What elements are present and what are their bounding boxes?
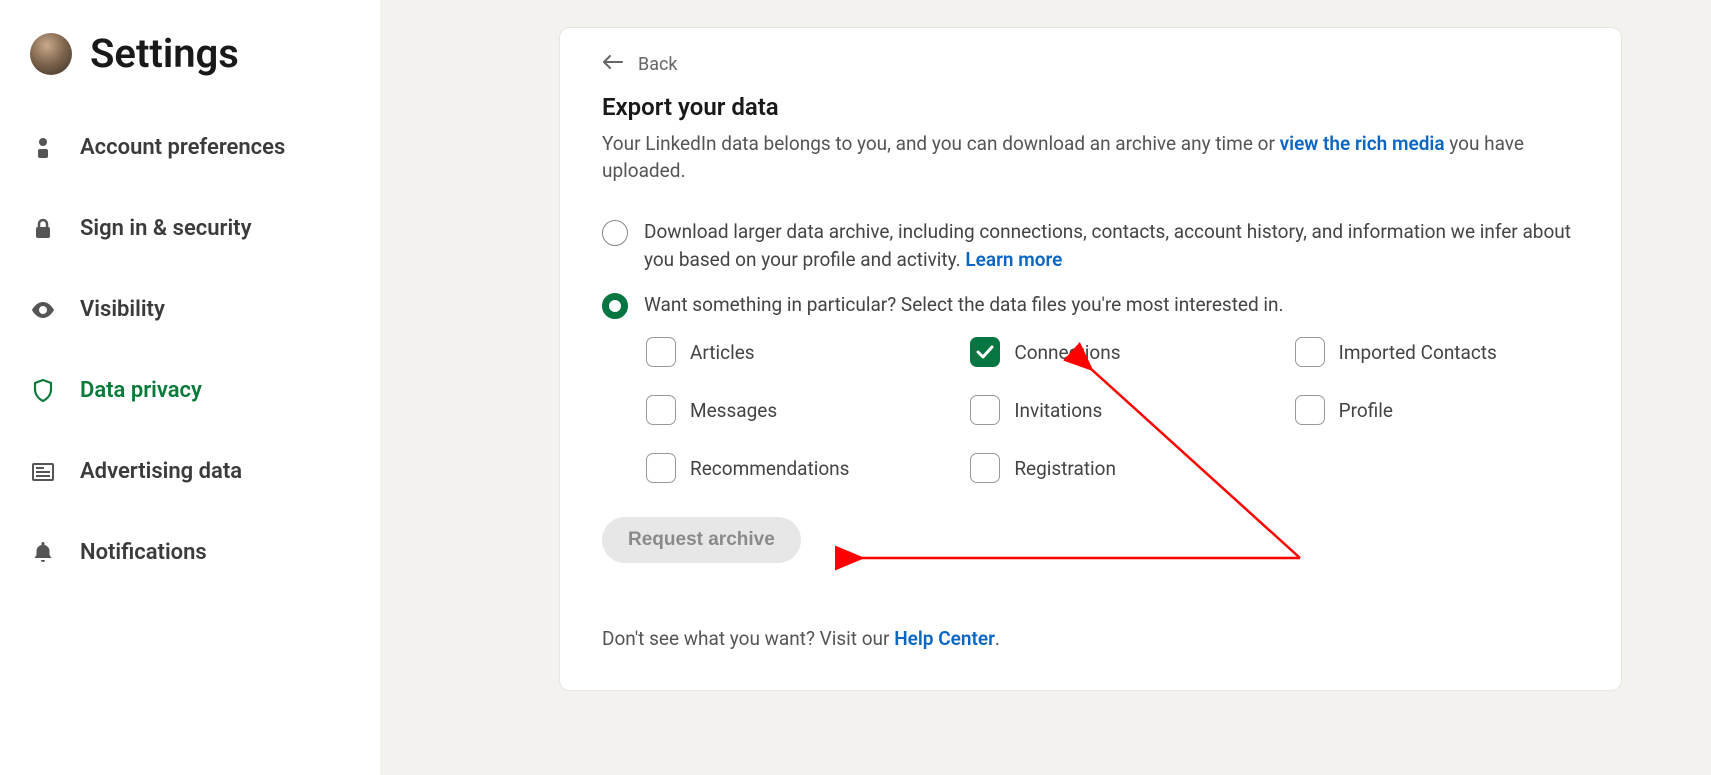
sidebar-item-label: Advertising data — [80, 459, 242, 484]
checkbox-articles[interactable]: Articles — [646, 337, 930, 367]
bell-icon — [30, 542, 56, 564]
checkbox[interactable] — [646, 395, 676, 425]
view-rich-media-link[interactable]: view the rich media — [1280, 132, 1445, 155]
checkbox[interactable] — [1295, 337, 1325, 367]
radio-selected[interactable] — [602, 293, 628, 319]
checkbox[interactable] — [646, 453, 676, 483]
sidebar-item-visibility[interactable]: Visibility — [0, 269, 380, 350]
sidebar-item-label: Data privacy — [80, 378, 202, 403]
checkbox-label: Recommendations — [690, 457, 849, 480]
newspaper-icon — [30, 463, 56, 481]
checkbox[interactable] — [970, 453, 1000, 483]
section-heading: Export your data — [602, 93, 1579, 121]
option2-text: Want something in particular? Select the… — [644, 291, 1284, 319]
sidebar-item-sign-in-security[interactable]: Sign in & security — [0, 188, 380, 269]
sidebar-item-label: Account preferences — [80, 135, 285, 160]
sidebar-item-account-preferences[interactable]: Account preferences — [0, 107, 380, 188]
footer-prefix: Don't see what you want? Visit our — [602, 627, 894, 650]
checkbox-label: Imported Contacts — [1339, 341, 1497, 364]
option-particular-files[interactable]: Want something in particular? Select the… — [602, 291, 1579, 319]
radio-unselected[interactable] — [602, 220, 628, 246]
shield-icon — [30, 379, 56, 403]
section-description: Your LinkedIn data belongs to you, and y… — [602, 131, 1579, 184]
sidebar-item-data-privacy[interactable]: Data privacy — [0, 350, 380, 431]
footer-help: Don't see what you want? Visit our Help … — [602, 627, 1579, 650]
option1-text: Download larger data archive, including … — [644, 220, 1571, 271]
page-title: Settings — [90, 30, 239, 77]
checkbox[interactable] — [1295, 395, 1325, 425]
sidebar-item-advertising-data[interactable]: Advertising data — [0, 431, 380, 512]
checkbox-label: Articles — [690, 341, 755, 364]
avatar[interactable] — [30, 33, 72, 75]
checkbox-recommendations[interactable]: Recommendations — [646, 453, 930, 483]
sidebar-item-label: Visibility — [80, 297, 165, 322]
sidebar-item-label: Notifications — [80, 540, 207, 565]
desc-prefix: Your LinkedIn data belongs to you, and y… — [602, 132, 1280, 155]
main-content: Back Export your data Your LinkedIn data… — [380, 0, 1711, 775]
checkbox[interactable] — [646, 337, 676, 367]
checkbox-label: Invitations — [1014, 399, 1102, 422]
checkbox-label: Connections — [1014, 341, 1120, 364]
checkbox-imported-contacts[interactable]: Imported Contacts — [1295, 337, 1579, 367]
eye-icon — [30, 302, 56, 318]
checkbox-label: Messages — [690, 399, 777, 422]
checkbox-profile[interactable]: Profile — [1295, 395, 1579, 425]
sidebar-item-notifications[interactable]: Notifications — [0, 512, 380, 593]
arrow-left-icon — [602, 54, 624, 75]
checkbox-label: Profile — [1339, 399, 1393, 422]
help-center-link[interactable]: Help Center — [894, 627, 995, 650]
checkbox-grid: Articles Connections Imported Contacts M… — [646, 337, 1579, 483]
back-button[interactable]: Back — [602, 54, 1579, 75]
export-card: Back Export your data Your LinkedIn data… — [560, 28, 1621, 690]
checkbox-messages[interactable]: Messages — [646, 395, 930, 425]
checkbox[interactable] — [970, 337, 1000, 367]
checkbox-label: Registration — [1014, 457, 1116, 480]
checkbox-registration[interactable]: Registration — [970, 453, 1254, 483]
sidebar: Settings Account preferences Sign in & s… — [0, 0, 380, 775]
checkbox-connections[interactable]: Connections — [970, 337, 1254, 367]
checkbox[interactable] — [970, 395, 1000, 425]
learn-more-link[interactable]: Learn more — [965, 248, 1062, 271]
footer-suffix: . — [995, 627, 1000, 650]
request-archive-button[interactable]: Request archive — [602, 517, 801, 563]
lock-icon — [30, 218, 56, 240]
sidebar-item-label: Sign in & security — [80, 216, 252, 241]
checkbox-invitations[interactable]: Invitations — [970, 395, 1254, 425]
settings-header: Settings — [0, 30, 380, 107]
person-icon — [30, 137, 56, 159]
back-label: Back — [638, 54, 678, 75]
option-text: Download larger data archive, including … — [644, 218, 1579, 273]
option-larger-archive[interactable]: Download larger data archive, including … — [602, 218, 1579, 273]
